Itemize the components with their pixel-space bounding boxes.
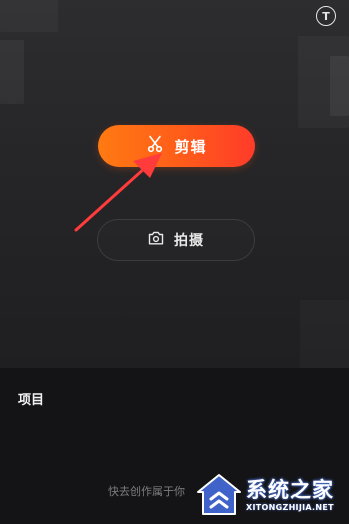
cut-button[interactable]: 剪辑: [98, 125, 255, 167]
cut-button-label: 剪辑: [174, 137, 207, 156]
background-tile: [0, 40, 24, 104]
background-tile: [0, 0, 58, 32]
shoot-button-label: 拍摄: [174, 233, 204, 249]
watermark: 系统之家 XITONGZHIJIA.NET: [196, 468, 349, 524]
projects-empty-text: 快去创作属于你: [108, 485, 185, 498]
scissors-icon: [146, 135, 164, 157]
watermark-text: 系统之家: [246, 478, 334, 502]
background-tile: [330, 56, 349, 116]
shoot-button[interactable]: 拍摄: [97, 219, 255, 261]
house-logo-icon: [197, 474, 241, 515]
tutorial-icon[interactable]: T: [316, 6, 336, 26]
camera-icon: [148, 230, 164, 250]
projects-title: 项目: [18, 393, 45, 408]
background-tile: [300, 300, 349, 370]
editor-home-screen: T 剪辑 拍摄 项目 快去创作属于你 系统之家 XITONGZHIJIA.NET: [0, 0, 349, 524]
watermark-url: XITONGZHIJIA.NET: [246, 503, 334, 512]
